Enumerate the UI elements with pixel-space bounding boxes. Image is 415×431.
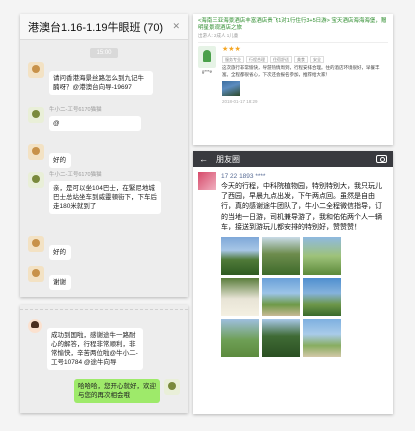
moments-panel: ← 朋友圈 17 22 1893 **** 今天的行程，中科院植物园，特别特别大… bbox=[193, 151, 393, 414]
avatar bbox=[28, 236, 44, 252]
collage: 港澳台1.16-1.19牛眼班 (70) ✕ 15:00 请问香港海景丝路怎么到… bbox=[0, 0, 415, 431]
star-rating: ★★★ bbox=[222, 46, 241, 53]
post-photo[interactable] bbox=[262, 237, 300, 276]
close-icon[interactable]: ✕ bbox=[172, 21, 180, 32]
sender-name: 牛小二-工号6170猫猫 bbox=[49, 107, 102, 113]
post-photo[interactable] bbox=[221, 278, 259, 317]
review-tag: 服务专业 bbox=[222, 56, 244, 63]
sender-name bbox=[49, 266, 71, 273]
post-photo[interactable] bbox=[303, 319, 341, 358]
chat-header: 港澳台1.16-1.19牛眼班 (70) ✕ bbox=[20, 14, 188, 40]
post-photo[interactable] bbox=[221, 319, 259, 358]
post-photo[interactable] bbox=[221, 237, 259, 276]
my-message: 哈哈哈，您开心就好，欢迎与您的再次相会哦 bbox=[74, 379, 180, 403]
poster-avatar[interactable] bbox=[198, 172, 216, 190]
moments-title: 朋友圈 bbox=[216, 154, 240, 164]
message-bubble[interactable]: 好的 bbox=[49, 245, 71, 260]
sender-name: 牛小二-工号6170猫猫 bbox=[49, 172, 102, 178]
avatar bbox=[28, 144, 44, 160]
avatar bbox=[28, 319, 42, 333]
review-date: 2018-01-17 18:29 bbox=[222, 99, 258, 104]
chat-top-edge bbox=[20, 305, 188, 310]
trip-meta: 出游人: 2成人 1儿童 bbox=[198, 33, 239, 38]
sender-name bbox=[49, 62, 153, 69]
avatar bbox=[28, 107, 44, 123]
review-tag: 美食 bbox=[294, 56, 308, 63]
review-text: 这次旅行非常愉快，导游热情周到，行程安排合理。住的酒店环境很好，早餐丰富。全程都… bbox=[222, 65, 380, 77]
chat-message: 牛小二-工号6170猫猫 亲，是可以坐104巴士，在緊尼地城巴士总站坐车到威靈頓… bbox=[28, 172, 161, 214]
chat-message: 成功到国啦，感谢途牛一路耐心的解答，行程非常顺利，非常愉快，辛苦两位啦@牛小二-… bbox=[28, 319, 143, 370]
review-tag: 行程合理 bbox=[246, 56, 268, 63]
thanks-chat-panel: 成功到国啦，感谢途牛一路耐心的解答，行程非常顺利，非常愉快，辛苦两位啦@牛小二-… bbox=[20, 305, 188, 413]
avatar bbox=[28, 172, 44, 188]
avatar bbox=[164, 379, 180, 395]
message-bubble[interactable]: 成功到国啦，感谢途牛一路耐心的解答，行程非常顺利，非常愉快，辛苦两位啦@牛小二-… bbox=[47, 328, 143, 370]
chat-message: 好的 bbox=[28, 236, 71, 260]
moment-post: 17 22 1893 **** 今天的行程，中科院植物园，特别特别大，我只玩儿了… bbox=[193, 167, 393, 358]
message-bubble[interactable]: 亲，是可以坐104巴士，在緊尼地城巴士总站坐车到威靈頓街下，下车后走180米就到… bbox=[49, 181, 161, 214]
chat-title: 港澳台1.16-1.19牛眼班 (70) bbox=[28, 21, 164, 34]
photo-grid bbox=[221, 237, 388, 358]
product-link[interactable]: <海南三亚海景酒店丰富酒店贵飞1对1行住行3+5日游> 宝天酒店海海海堡，赠明星… bbox=[193, 14, 393, 32]
post-photo[interactable] bbox=[303, 278, 341, 317]
message-bubble[interactable]: 谢谢 bbox=[49, 275, 71, 290]
message-bubble[interactable]: 请问香港海景丝路怎么到九记牛腩呀？@港澳台向导-19697 bbox=[49, 71, 153, 95]
post-photo[interactable] bbox=[262, 319, 300, 358]
review-tag: 住宿舒适 bbox=[270, 56, 292, 63]
review-item: g***e ★★★ 服务专业 行程合理 住宿舒适 美食 安全 这次旅行非常愉快，… bbox=[193, 46, 393, 104]
chat-message: 牛小二-工号6170猫猫 @ bbox=[28, 107, 141, 131]
sender-name bbox=[47, 319, 143, 326]
sender-name bbox=[49, 236, 71, 243]
divider bbox=[198, 42, 388, 43]
moments-navbar: ← 朋友圈 bbox=[193, 151, 393, 167]
my-message-bubble[interactable]: 哈哈哈，您开心就好，欢迎与您的再次相会哦 bbox=[74, 379, 160, 403]
message-bubble[interactable]: @ bbox=[49, 116, 141, 131]
poster-name[interactable]: 17 22 1893 **** bbox=[221, 172, 388, 181]
group-chat-panel: 港澳台1.16-1.19牛眼班 (70) ✕ 15:00 请问香港海景丝路怎么到… bbox=[20, 14, 188, 297]
post-photo[interactable] bbox=[262, 278, 300, 317]
avatar bbox=[28, 266, 44, 282]
timestamp: 15:00 bbox=[90, 48, 118, 58]
reviewer-avatar bbox=[198, 46, 216, 68]
reviewer-name: g***e bbox=[201, 69, 213, 74]
post-photo[interactable] bbox=[303, 237, 341, 276]
chat-message: 请问香港海景丝路怎么到九记牛腩呀？@港澳台向导-19697 bbox=[28, 62, 153, 95]
chat-message: 好的 bbox=[28, 144, 71, 168]
chat-message: 谢谢 bbox=[28, 266, 71, 290]
review-tags: 服务专业 行程合理 住宿舒适 美食 安全 bbox=[222, 56, 388, 63]
review-panel: <海南三亚海景酒店丰富酒店贵飞1对1行住行3+5日游> 宝天酒店海海海堡，赠明星… bbox=[193, 14, 393, 145]
avatar bbox=[28, 62, 44, 78]
post-text: 今天的行程，中科院植物园，特别特别大，我只玩儿了西园，早晨九点出发，下午两点回。… bbox=[221, 183, 382, 231]
message-bubble[interactable]: 好的 bbox=[49, 153, 71, 168]
camera-icon[interactable] bbox=[376, 155, 387, 163]
review-photo[interactable] bbox=[222, 81, 240, 96]
back-arrow-icon[interactable]: ← bbox=[199, 154, 208, 164]
review-tag: 安全 bbox=[310, 56, 324, 63]
sender-name bbox=[49, 144, 71, 151]
